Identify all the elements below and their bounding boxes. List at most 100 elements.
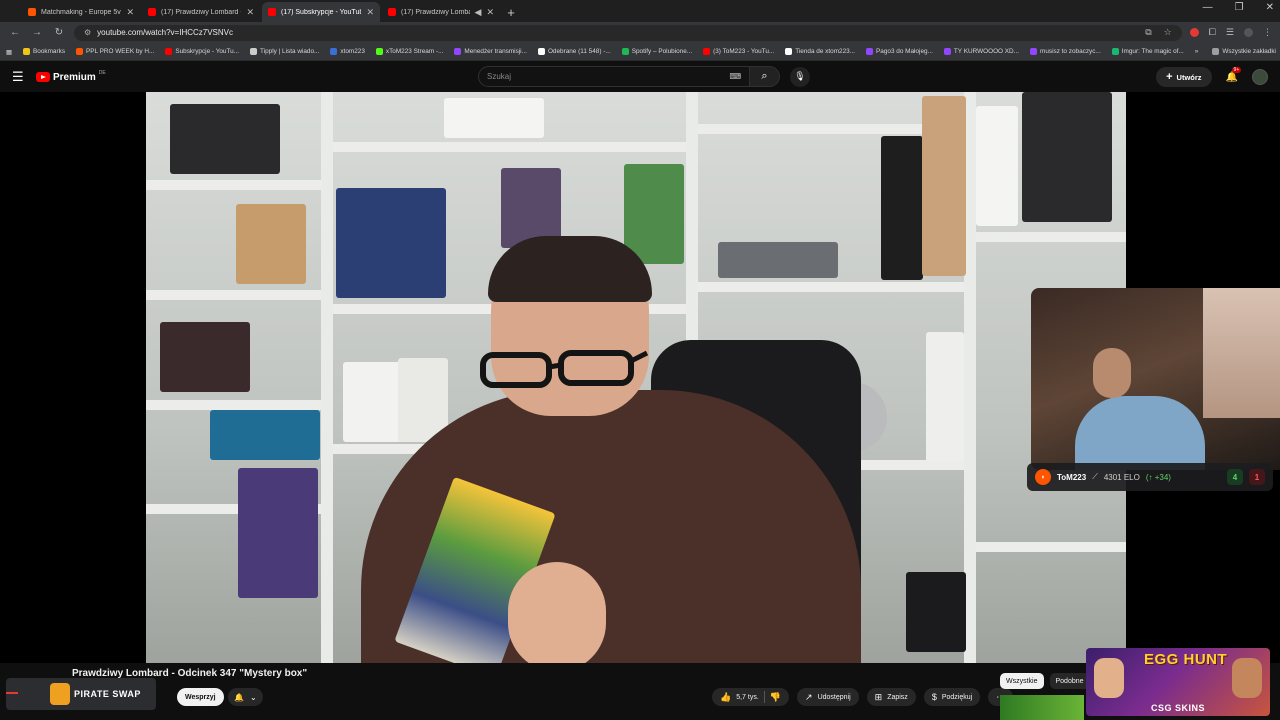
shelf-board [146,290,321,300]
chip-all[interactable]: Wszystkie [1000,673,1044,689]
thanks-button[interactable]: $ Podziękuj [923,688,981,706]
recommended-thumbnail[interactable] [1000,695,1084,720]
browser-tab[interactable]: (17) Prawdziwy Lombard - O ◀ ✕ [382,2,500,22]
shelf-item [881,136,923,280]
close-tab-icon[interactable]: ✕ [126,7,134,18]
voice-search-button[interactable]: 🎙 [790,66,810,87]
bookmark-item[interactable]: Imgur: The magic of... [1111,48,1184,55]
browser-tab[interactable]: (17) Prawdziwy Lombard - Od ✕ [142,2,260,22]
address-bar[interactable]: ⚙ youtube.com/watch?v=IHCCz7VSNVc ⧉ ☆ [74,24,1182,41]
bookmark-item[interactable]: Spotify – Polubione... [621,48,692,55]
webcam-background [1203,288,1280,418]
player-name: ToM223 [1057,472,1087,482]
shelf-post [321,92,333,663]
close-window-icon[interactable]: ✕ [1266,2,1274,13]
chrome-menu-icon[interactable]: ⋮ [1263,27,1272,38]
shelf-board [698,282,964,292]
browser-tab[interactable]: Matchmaking - Europe 5v5 Qu ✕ [22,2,140,22]
person-hand [508,562,606,663]
create-button[interactable]: + Utwórz [1156,67,1212,87]
like-icon[interactable]: 👍 [720,692,731,703]
shelf-item [238,468,318,598]
close-tab-icon[interactable]: ✕ [246,7,254,18]
chip-related[interactable]: Podobne [1049,673,1090,689]
youtube-logo[interactable]: Premium DE [36,70,106,83]
bookmark-item[interactable]: (3) ToM223 - YouTu... [703,48,774,55]
bookmark-item[interactable]: Tipply | Lista wiado... [250,48,319,55]
video-actions: 👍 5,7 tys. 👎 ↗ Udostępnij ⊞ Zapisz $ Pod… [712,688,1014,706]
video-frame[interactable] [146,92,1126,663]
tab-title: Matchmaking - Europe 5v5 Qu [41,8,121,16]
bookmarks-bar: ▦ Bookmarks PPL PRO WEEK by H... Subskry… [0,43,1280,61]
youtube-favicon-icon [148,8,156,16]
bookmark-item[interactable]: Subskrypcje - YouTu... [165,48,239,55]
forward-icon[interactable]: → [30,27,44,38]
site-info-icon[interactable]: ⚙ [84,28,91,37]
logo-country: DE [98,70,106,76]
like-count[interactable]: 5,7 tys. [736,694,759,701]
thanks-label: Podziękuj [941,693,973,701]
reload-icon[interactable]: ↻ [52,27,66,38]
shelf-item [236,204,306,284]
install-app-icon[interactable]: ⧉ [1145,27,1151,38]
menu-icon[interactable]: ☰ [12,69,32,85]
more-bookmarks-icon[interactable]: » [1195,48,1199,55]
close-tab-icon[interactable]: ✕ [486,7,494,18]
new-tab-button[interactable]: + [502,2,520,22]
subscription-bell-button[interactable]: 🔔 ⌄ [228,688,263,706]
youtube-favicon-icon [268,8,276,16]
back-icon[interactable]: ← [8,27,22,38]
search-area: Szukaj ⌨ ⌕ 🎙 [478,66,810,87]
shelf-board [146,180,321,190]
bookmark-item[interactable]: Tienda de xtom223... [785,48,855,55]
share-icon: ↗ [805,691,813,702]
search-input[interactable]: Szukaj ⌨ [478,66,750,87]
ad-character-right [1232,658,1262,698]
bookmark-item[interactable]: PPL PRO WEEK by H... [76,48,154,55]
shelf-item [336,188,446,298]
bookmark-favicon-icon [703,48,711,55]
trend-icon: ⟋ [1092,472,1098,481]
bookmark-star-icon[interactable]: ☆ [1164,27,1172,38]
sidebar-ad-banner[interactable]: EGG HUNT CSG SKINS [1086,648,1270,716]
shelf-item [976,106,1018,226]
bookmark-item[interactable]: xToM223 Stream -... [375,48,443,55]
bookmark-item[interactable]: Pago3 do Małojeg... [866,48,933,55]
minimize-icon[interactable]: — [1203,2,1213,13]
bookmark-item[interactable]: Menedżer transmisji... [454,48,527,55]
webcam-overlay [1031,288,1280,470]
bookmark-item[interactable]: xtom223 [330,48,365,55]
avatar[interactable] [1252,69,1268,85]
browser-tab-active[interactable]: (17) Subskrypcje - YouTube ✕ [262,2,380,22]
notifications-button[interactable]: 🔔 9+ [1226,66,1242,83]
profile-menu-icon[interactable]: ☰ [1226,27,1234,38]
all-bookmarks-button[interactable]: Wszystkie zakładki [1212,48,1276,55]
sponsor-banner[interactable]: PIRATE SWAP [6,678,156,710]
keyboard-icon[interactable]: ⌨ [729,72,741,81]
share-label: Udostępnij [817,693,851,701]
bookmark-item[interactable]: Bookmarks [23,48,65,55]
logo-text: Premium [53,71,96,83]
close-tab-icon[interactable]: ✕ [366,7,374,18]
join-button[interactable]: Wesprzyj [177,688,224,706]
extensions-puzzle-icon[interactable]: ⧠ [1209,27,1216,38]
dislike-icon[interactable]: 👎 [770,692,781,703]
speaker-icon[interactable]: ◀ [475,7,482,18]
bookmark-item[interactable]: Odebrane (11 548) -... [537,48,611,55]
extension-icon[interactable] [1189,28,1199,37]
elo-value: 4301 ELO [1103,472,1140,482]
shelf-item [170,104,280,174]
search-button[interactable]: ⌕ [750,66,780,87]
shelf-item [922,96,966,276]
bookmark-favicon-icon [454,48,462,55]
apps-grid-icon[interactable]: ▦ [6,48,12,56]
share-button[interactable]: ↗ Udostępnij [797,688,859,706]
bookmark-item[interactable]: musisz to zobaczyc... [1030,48,1101,55]
profile-avatar-icon[interactable] [1244,28,1253,37]
bookmark-item[interactable]: TY KURWOOOO XD... [943,48,1019,55]
video-info-area: Prawdziwy Lombard - Odcinek 347 "Mystery… [0,648,1280,720]
maximize-icon[interactable]: ❐ [1235,2,1244,13]
save-button[interactable]: ⊞ Zapisz [866,688,916,706]
extensions-area: ⧠ ☰ ⋮ [1189,27,1272,38]
video-player[interactable]: ◗ ToM223 ⟋ 4301 ELO (↑ +34) 4 1 [0,92,1280,663]
